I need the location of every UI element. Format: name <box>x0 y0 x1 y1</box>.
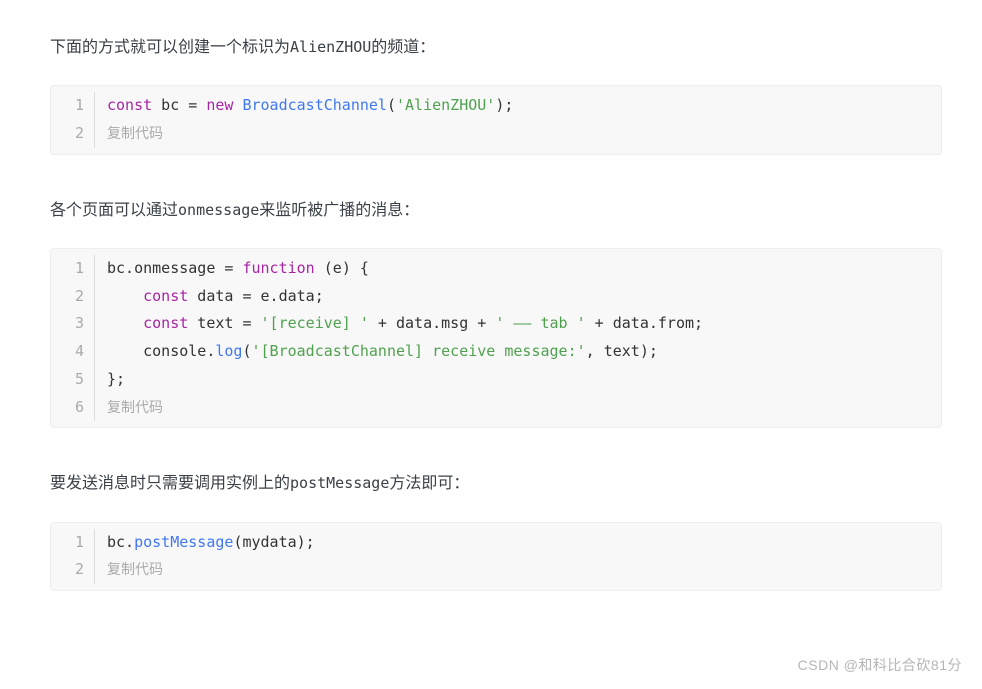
token: (mydata); <box>233 533 314 551</box>
token-function: BroadcastChannel <box>242 96 387 114</box>
token: data = e.data; <box>188 287 323 305</box>
code-line: 4 console.log('[BroadcastChannel] receiv… <box>51 338 941 366</box>
token: ( <box>242 342 251 360</box>
line-number: 2 <box>51 556 95 584</box>
line-number: 5 <box>51 366 95 394</box>
token-param: e <box>333 259 342 277</box>
token: ( <box>315 259 333 277</box>
code-content: const data = e.data; <box>95 283 324 311</box>
token: }; <box>107 370 125 388</box>
code-content: const bc = new BroadcastChannel('AlienZH… <box>95 92 513 120</box>
token: text = <box>188 314 260 332</box>
token: bc.onmessage = <box>107 259 242 277</box>
token-keyword: function <box>242 259 314 277</box>
code-line: 1 bc.postMessage(mydata); <box>51 529 941 557</box>
code-line: 5 }; <box>51 366 941 394</box>
code-block-postmessage: 1 bc.postMessage(mydata); 2 复制代码 <box>50 522 942 592</box>
token-string: '[BroadcastChannel] receive message:' <box>252 342 586 360</box>
code-line: 1 const bc = new BroadcastChannel('Alien… <box>51 92 941 120</box>
line-number: 1 <box>51 92 95 120</box>
code-line: 6 复制代码 <box>51 394 941 422</box>
token: ( <box>387 96 396 114</box>
token-keyword: const <box>107 96 152 114</box>
copy-code-button[interactable]: 复制代码 <box>95 121 163 147</box>
token-keyword: new <box>206 96 233 114</box>
token-keyword: const <box>143 314 188 332</box>
text: 要发送消息时只需要调用实例上的 <box>50 475 290 492</box>
line-number: 3 <box>51 310 95 338</box>
code-content: }; <box>95 366 125 394</box>
line-number: 4 <box>51 338 95 366</box>
code-block-create: 1 const bc = new BroadcastChannel('Alien… <box>50 85 942 155</box>
token: console. <box>107 342 215 360</box>
code-content: const text = '[receive] ' + data.msg + '… <box>95 310 703 338</box>
text: 各个页面可以通过 <box>50 202 178 219</box>
token-function: postMessage <box>134 533 233 551</box>
line-number: 6 <box>51 394 95 422</box>
token: + data.from; <box>586 314 703 332</box>
token-string: '[receive] ' <box>261 314 369 332</box>
code-line: 1 bc.onmessage = function (e) { <box>51 255 941 283</box>
code-block-onmessage: 1 bc.onmessage = function (e) { 2 const … <box>50 248 942 429</box>
token-string: ' —— tab ' <box>495 314 585 332</box>
token: bc. <box>107 533 134 551</box>
paragraph-postmessage: 要发送消息时只需要调用实例上的postMessage方法即可： <box>50 470 942 497</box>
inline-code: onmessage <box>178 201 259 219</box>
text: 来监听被广播的消息： <box>259 202 419 219</box>
token <box>107 287 143 305</box>
code-line: 2 复制代码 <box>51 556 941 584</box>
text: 方法即可： <box>389 475 469 492</box>
paragraph-create-channel: 下面的方式就可以创建一个标识为AlienZHOU的频道： <box>50 34 942 61</box>
paragraph-onmessage: 各个页面可以通过onmessage来监听被广播的消息： <box>50 197 942 224</box>
code-line: 2 复制代码 <box>51 120 941 148</box>
line-number: 1 <box>51 255 95 283</box>
line-number: 1 <box>51 529 95 557</box>
token: , text); <box>586 342 658 360</box>
token: ); <box>495 96 513 114</box>
text: 下面的方式就可以创建一个标识为 <box>50 39 290 56</box>
token-function: log <box>215 342 242 360</box>
token: + data.msg + <box>369 314 495 332</box>
inline-code: postMessage <box>290 474 389 492</box>
copy-code-button[interactable]: 复制代码 <box>95 557 163 583</box>
token <box>107 314 143 332</box>
line-number: 2 <box>51 120 95 148</box>
token-keyword: const <box>143 287 188 305</box>
code-content: console.log('[BroadcastChannel] receive … <box>95 338 658 366</box>
token-string: 'AlienZHOU' <box>396 96 495 114</box>
copy-code-button[interactable]: 复制代码 <box>95 395 163 421</box>
text: 的频道： <box>371 39 435 56</box>
code-line: 2 const data = e.data; <box>51 283 941 311</box>
code-content: bc.onmessage = function (e) { <box>95 255 369 283</box>
token: bc = <box>152 96 206 114</box>
code-line: 3 const text = '[receive] ' + data.msg +… <box>51 310 941 338</box>
watermark: CSDN @和科比合砍81分 <box>798 655 962 675</box>
token: ) { <box>342 259 369 277</box>
code-content: bc.postMessage(mydata); <box>95 529 315 557</box>
line-number: 2 <box>51 283 95 311</box>
inline-code: AlienZHOU <box>290 38 371 56</box>
